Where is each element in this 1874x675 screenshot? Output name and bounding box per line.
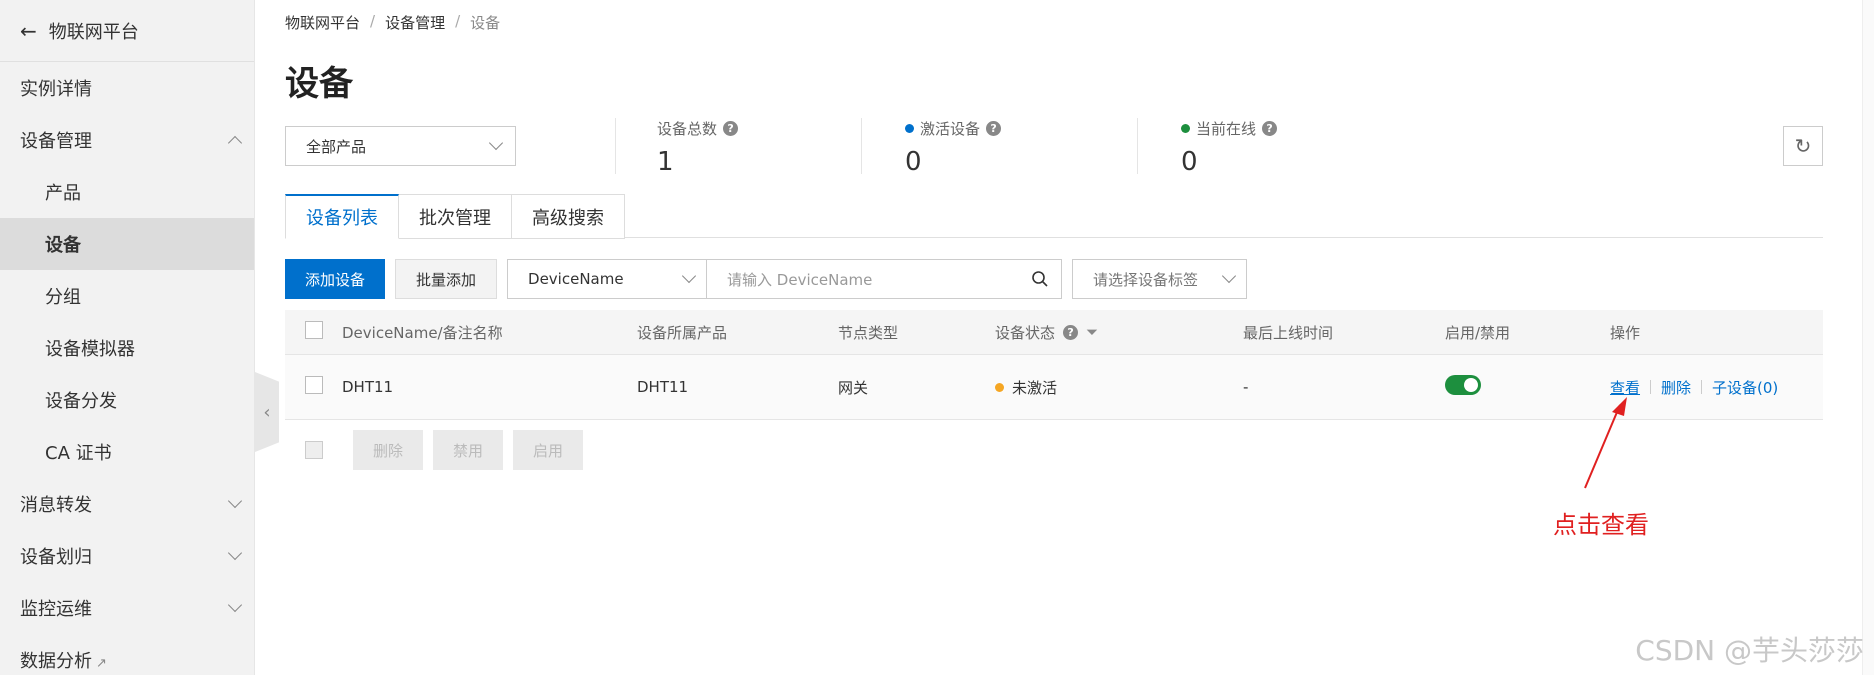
scrollbar[interactable] bbox=[1862, 0, 1874, 675]
annotation-text: 点击查看 bbox=[1553, 511, 1649, 539]
watermark: CSDN @芋头莎莎 bbox=[1635, 634, 1864, 667]
annotation-arrow bbox=[1584, 397, 1627, 489]
